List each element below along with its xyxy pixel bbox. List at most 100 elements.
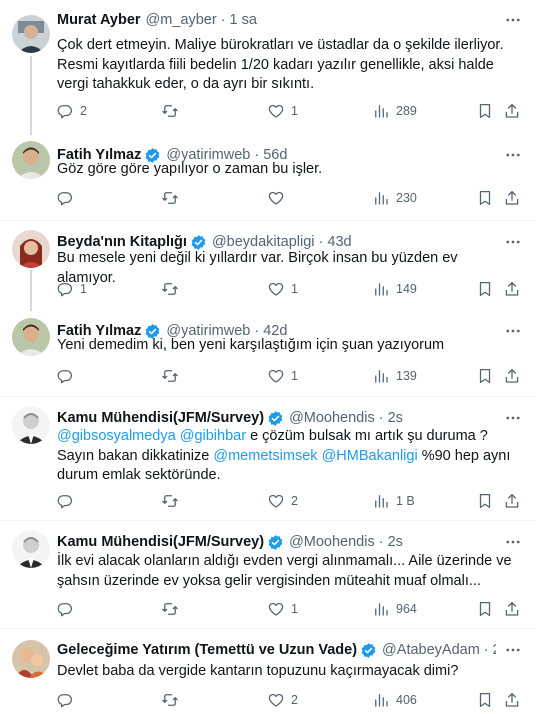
- views-button[interactable]: 289: [372, 100, 417, 122]
- like-button[interactable]: 1: [267, 365, 298, 387]
- retweet-button[interactable]: [161, 187, 185, 209]
- tweet[interactable]: Fatih Yılmaz @yatirimweb · 42d Yeni deme…: [0, 311, 536, 397]
- more-icon[interactable]: [504, 11, 522, 29]
- more-icon[interactable]: [504, 641, 522, 659]
- verified-badge-icon: [267, 534, 284, 551]
- views-button[interactable]: 1 B: [372, 490, 415, 512]
- views-button[interactable]: 406: [372, 689, 417, 711]
- share-button[interactable]: [503, 278, 521, 300]
- tweet-actions: 1 964: [52, 598, 526, 620]
- tweet[interactable]: Fatih Yılmaz @yatirimweb · 56d Göz göre …: [0, 135, 536, 221]
- user-handle[interactable]: @Moohendis: [289, 408, 375, 428]
- reply-button[interactable]: [56, 689, 80, 711]
- thread-line: [30, 270, 32, 311]
- reply-button[interactable]: [56, 490, 80, 512]
- retweet-button[interactable]: [161, 689, 185, 711]
- reply-button[interactable]: 2: [56, 100, 87, 122]
- share-icon: [503, 691, 521, 709]
- user-handle[interactable]: @m_ayber: [146, 10, 217, 30]
- views-icon: [372, 280, 390, 298]
- reply-button[interactable]: 1: [56, 278, 87, 300]
- bookmark-icon: [476, 102, 494, 120]
- display-name[interactable]: Murat Ayber: [57, 10, 141, 30]
- tweet[interactable]: Kamu Mühendisi(JFM/Survey) @Moohendis · …: [0, 398, 536, 521]
- more-icon[interactable]: [504, 533, 522, 551]
- like-button[interactable]: 2: [267, 490, 298, 512]
- retweet-button[interactable]: [161, 490, 185, 512]
- avatar[interactable]: [12, 318, 50, 356]
- user-handle[interactable]: @Moohendis: [289, 532, 375, 552]
- user-handle[interactable]: @AtabeyAdam: [382, 640, 480, 660]
- share-button[interactable]: [503, 187, 521, 209]
- avatar[interactable]: [12, 530, 50, 568]
- retweet-icon: [161, 600, 179, 618]
- views-icon: [372, 102, 390, 120]
- timestamp[interactable]: 2s: [388, 532, 403, 552]
- like-button[interactable]: 1: [267, 100, 298, 122]
- like-button[interactable]: 1: [267, 598, 298, 620]
- share-button[interactable]: [503, 100, 521, 122]
- tweet-actions: 2 1 289: [52, 100, 526, 122]
- mention-link[interactable]: @HMBakanligi: [322, 448, 418, 464]
- tweet-header: Kamu Mühendisi(JFM/Survey) @Moohendis · …: [57, 532, 496, 552]
- views-button[interactable]: 964: [372, 598, 417, 620]
- avatar[interactable]: [12, 230, 50, 268]
- heart-icon: [267, 189, 285, 207]
- share-button[interactable]: [503, 490, 521, 512]
- bookmark-button[interactable]: [476, 598, 494, 620]
- share-button[interactable]: [503, 689, 521, 711]
- like-count: 2: [291, 494, 298, 508]
- share-icon: [503, 492, 521, 510]
- retweet-button[interactable]: [161, 100, 185, 122]
- share-icon: [503, 189, 521, 207]
- retweet-button[interactable]: [161, 278, 185, 300]
- avatar[interactable]: [12, 406, 50, 444]
- avatar[interactable]: [12, 141, 50, 179]
- tweet[interactable]: Kamu Mühendisi(JFM/Survey) @Moohendis · …: [0, 522, 536, 629]
- heart-icon: [267, 600, 285, 618]
- verified-badge-icon: [190, 234, 207, 251]
- reply-button[interactable]: [56, 187, 80, 209]
- mention-link[interactable]: @memetsimsek: [213, 448, 317, 464]
- more-icon[interactable]: [504, 409, 522, 427]
- mention-link[interactable]: @gibsosyalmedya: [57, 428, 176, 444]
- tweet-actions: 2 1 B: [52, 490, 526, 512]
- bookmark-button[interactable]: [476, 100, 494, 122]
- tweet-actions: 1 139: [52, 365, 526, 387]
- tweet[interactable]: Geleceğime Yatırım (Temettü ve Uzun Vade…: [0, 630, 536, 714]
- views-icon: [372, 492, 390, 510]
- tweet[interactable]: Murat Ayber @m_ayber · 1 sa Çok dert etm…: [0, 0, 536, 135]
- bookmark-button[interactable]: [476, 689, 494, 711]
- share-button[interactable]: [503, 365, 521, 387]
- retweet-button[interactable]: [161, 365, 185, 387]
- display-name[interactable]: Kamu Mühendisi(JFM/Survey): [57, 408, 264, 428]
- bookmark-button[interactable]: [476, 187, 494, 209]
- timestamp[interactable]: 2s: [493, 640, 496, 660]
- reply-button[interactable]: [56, 365, 80, 387]
- mention-link[interactable]: @gibihbar: [180, 428, 246, 444]
- avatar[interactable]: [12, 640, 50, 678]
- views-button[interactable]: 149: [372, 278, 417, 300]
- bookmark-button[interactable]: [476, 365, 494, 387]
- bookmark-button[interactable]: [476, 490, 494, 512]
- like-button[interactable]: 2: [267, 689, 298, 711]
- display-name[interactable]: Kamu Mühendisi(JFM/Survey): [57, 532, 264, 552]
- reply-button[interactable]: [56, 598, 80, 620]
- avatar[interactable]: [12, 15, 50, 53]
- retweet-button[interactable]: [161, 598, 185, 620]
- view-count: 289: [396, 104, 417, 118]
- display-name[interactable]: Geleceğime Yatırım (Temettü ve Uzun Vade…: [57, 640, 357, 660]
- share-button[interactable]: [503, 598, 521, 620]
- like-count: 1: [291, 369, 298, 383]
- like-button[interactable]: 1: [267, 278, 298, 300]
- reply-icon: [56, 189, 74, 207]
- views-button[interactable]: 230: [372, 187, 417, 209]
- bookmark-button[interactable]: [476, 278, 494, 300]
- tweet-actions: 230: [52, 187, 526, 209]
- timestamp[interactable]: 1 sa: [230, 10, 257, 30]
- like-button[interactable]: [267, 187, 291, 209]
- retweet-icon: [161, 102, 179, 120]
- tweet[interactable]: Beyda'nın Kitaplığı @beydakitapligi · 43…: [0, 222, 536, 311]
- timestamp[interactable]: 2s: [388, 408, 403, 428]
- views-button[interactable]: 139: [372, 365, 417, 387]
